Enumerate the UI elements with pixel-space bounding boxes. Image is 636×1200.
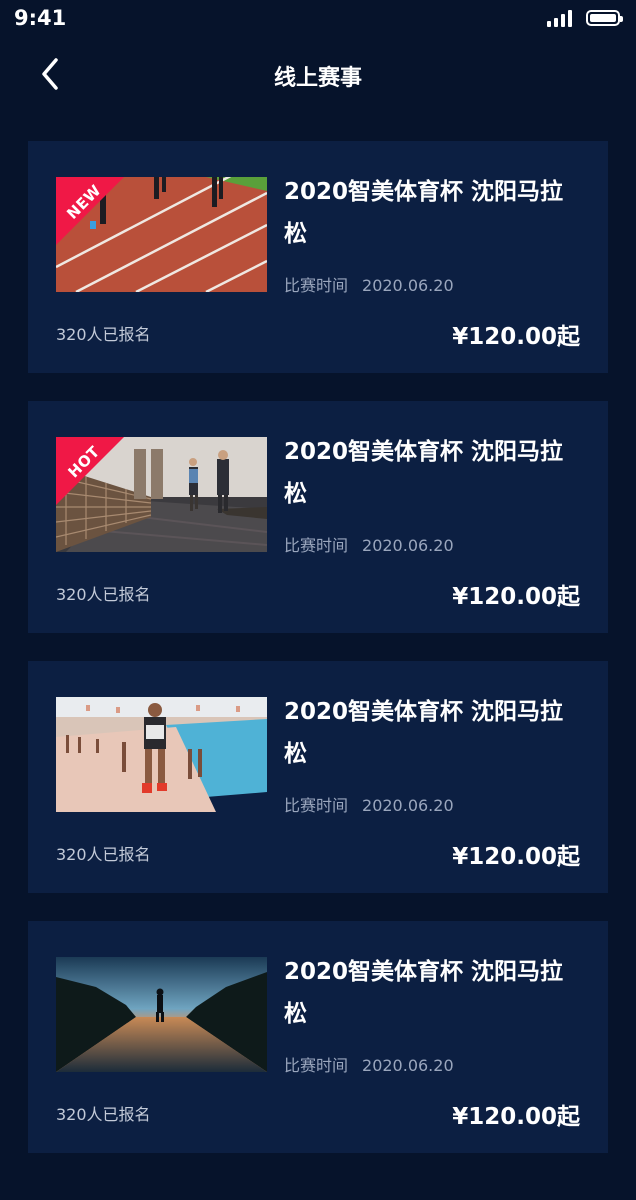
event-date-row: 比赛时间 2020.06.20 [284,272,454,296]
event-card[interactable]: NEW 2020智美体育杯 沈阳马拉松 比赛时间 2020.06.20 320人已… [28,141,608,373]
event-title: 2020智美体育杯 沈阳马拉松 [284,179,564,247]
event-image-track: NEW [56,177,267,292]
event-title: 2020智美体育杯 沈阳马拉松 [284,439,564,507]
enrolled-count: 320人已报名 [56,845,151,864]
signal-icon [547,9,572,27]
event-card[interactable]: HOT 2020智美体育杯 沈阳马拉松 比赛时间 2020.06.20 320人已… [28,401,608,633]
event-date: 2020.06.20 [362,536,454,555]
page-title: 线上赛事 [273,66,362,91]
status-bar: 9:41 [0,0,636,40]
event-date: 2020.06.20 [362,1056,454,1075]
event-list: NEW 2020智美体育杯 沈阳马拉松 比赛时间 2020.06.20 320人已… [28,141,608,1181]
event-date: 2020.06.20 [362,276,454,295]
event-date-row: 比赛时间 2020.06.20 [284,1052,454,1076]
date-label: 比赛时间 [284,796,349,815]
enrolled-count: 320人已报名 [56,585,151,604]
enrolled-count: 320人已报名 [56,325,151,344]
event-date-row: 比赛时间 2020.06.20 [284,532,454,556]
event-date: 2020.06.20 [362,796,454,815]
event-title: 2020智美体育杯 沈阳马拉松 [284,699,564,767]
date-label: 比赛时间 [284,536,349,555]
event-card[interactable]: 2020智美体育杯 沈阳马拉松 比赛时间 2020.06.20 320人已报名 ¥… [28,661,608,893]
event-price: ¥120.00起 [452,844,580,870]
nav-bar: 线上赛事 [0,44,636,108]
event-card[interactable]: 2020智美体育杯 沈阳马拉松 比赛时间 2020.06.20 320人已报名 ¥… [28,921,608,1153]
enrolled-count: 320人已报名 [56,1105,151,1124]
event-image-bridge: HOT [56,437,267,552]
status-icons [547,9,623,27]
new-badge: NEW [56,177,126,247]
event-title: 2020智美体育杯 沈阳马拉松 [284,959,564,1027]
event-image-sunset-road [56,957,267,1072]
event-image-beach [56,697,267,812]
hot-badge: HOT [56,437,126,507]
event-price: ¥120.00起 [452,324,580,350]
status-time: 9:41 [14,6,67,30]
date-label: 比赛时间 [284,276,349,295]
event-date-row: 比赛时间 2020.06.20 [284,792,454,816]
battery-icon [586,10,623,26]
date-label: 比赛时间 [284,1056,349,1075]
event-price: ¥120.00起 [452,584,580,610]
event-price: ¥120.00起 [452,1104,580,1130]
